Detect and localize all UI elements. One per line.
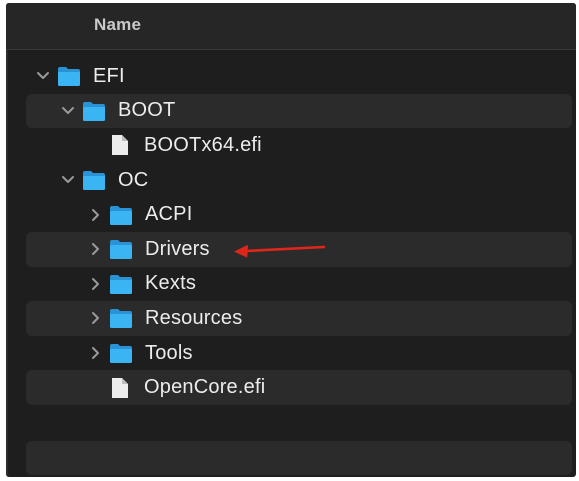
chevron-down-icon[interactable] [35, 66, 51, 86]
tree-item-label: ACPI [145, 203, 193, 226]
folder-icon [83, 171, 105, 191]
chevron-right-icon[interactable] [87, 308, 103, 328]
tree-row-bootx64-efi[interactable]: BOOTx64.efi [6, 128, 576, 163]
folder-icon [110, 205, 132, 225]
folder-icon [110, 309, 132, 329]
folder-icon [83, 101, 105, 121]
tree-row-acpi[interactable]: ACPI [6, 197, 576, 232]
name-column-header[interactable]: Name [94, 15, 141, 35]
tree-item-label: Resources [145, 306, 243, 329]
chevron-right-icon[interactable] [87, 205, 103, 225]
tree-item-label: OC [118, 168, 149, 191]
tree-item-label: Tools [145, 341, 193, 364]
tree-row-tools[interactable]: Tools [6, 336, 576, 371]
tree-item-label: Kexts [145, 272, 197, 295]
tree-item-label: BOOT [118, 99, 176, 122]
tree-item-label: EFI [93, 64, 125, 87]
folder-icon [110, 240, 132, 260]
red-arrow-icon [234, 244, 326, 258]
document-icon [112, 377, 128, 398]
tree-row-oc[interactable]: OC [6, 163, 576, 198]
file-tree: EFI BOOT BOOTx64.efi OC ACPI Drivers Kex… [6, 59, 576, 405]
chevron-down-icon[interactable] [60, 170, 76, 190]
tree-row-efi[interactable]: EFI [6, 59, 576, 94]
tree-item-label: BOOTx64.efi [144, 133, 262, 156]
tree-row-opencore-efi[interactable]: OpenCore.efi [6, 370, 576, 405]
tree-item-label: OpenCore.efi [144, 376, 266, 399]
chevron-right-icon[interactable] [87, 343, 103, 363]
tree-row-boot[interactable]: BOOT [6, 93, 576, 129]
chevron-down-icon[interactable] [60, 101, 76, 121]
empty-row [26, 441, 572, 475]
folder-icon [58, 67, 80, 87]
folder-icon [110, 344, 132, 364]
folder-icon [110, 274, 132, 294]
tree-row-kexts[interactable]: Kexts [6, 267, 576, 302]
tree-item-label: Drivers [145, 237, 210, 260]
document-icon [112, 135, 128, 156]
chevron-right-icon[interactable] [87, 239, 103, 259]
tree-row-resources[interactable]: Resources [6, 301, 576, 336]
chevron-right-icon[interactable] [87, 274, 103, 294]
column-header[interactable]: Name [6, 3, 576, 50]
